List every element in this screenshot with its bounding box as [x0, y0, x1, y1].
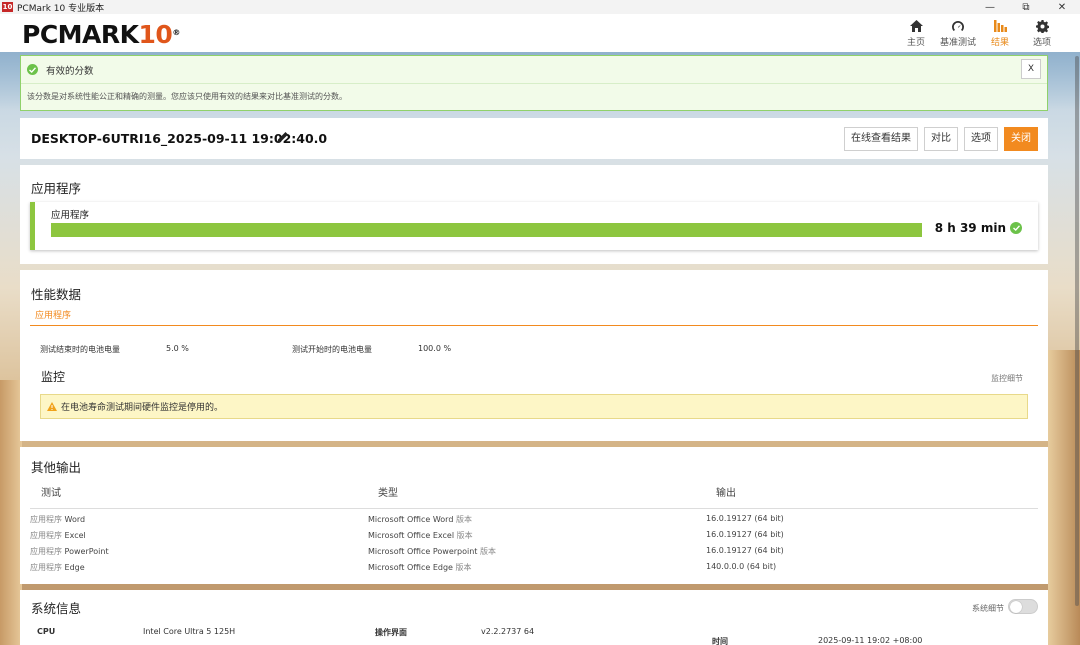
battery-start-label: 测试开始时的电池电量: [292, 345, 372, 354]
battery-end-value: 5.0 %: [166, 344, 189, 353]
table-row-output: 16.0.19127 (64 bit): [706, 530, 784, 539]
table-row-test: 应用程序 Word: [30, 515, 86, 524]
table-row-output: 16.0.19127 (64 bit): [706, 514, 784, 523]
col-output: 输出: [716, 488, 736, 499]
close-window-button[interactable]: ✕: [1044, 2, 1080, 13]
table-row-test: 应用程序 Edge: [30, 563, 85, 572]
nav-options[interactable]: 选项: [1022, 17, 1062, 48]
tab-underline: [30, 325, 1038, 326]
cpu-value: Intel Core Ultra 5 125H: [143, 627, 236, 636]
warning-icon: [47, 402, 57, 411]
monitor-details-link[interactable]: 监控细节: [991, 373, 1023, 384]
ui-label: 操作界面: [375, 628, 407, 637]
valid-check-icon: [1010, 222, 1022, 234]
system-info-panel: 系统信息 系统细节 CPU Intel Core Ultra 5 125H 操作…: [20, 590, 1048, 645]
score-bar: [51, 223, 922, 237]
table-row-type: Microsoft Office Powerpoint 版本: [368, 547, 496, 556]
system-details-toggle[interactable]: [1008, 599, 1038, 614]
cpu-label: CPU: [37, 627, 56, 636]
app-header: PCMARK10® 主页 基准测试 结果 选项: [0, 14, 1080, 52]
table-row-type: Microsoft Office Word 版本: [368, 515, 472, 524]
applications-panel: 应用程序 应用程序 8 h 39 min: [20, 165, 1048, 264]
performance-panel: 性能数据 应用程序 测试结束时的电池电量 5.0 % 测试开始时的电池电量 10…: [20, 270, 1048, 441]
time-value: 2025-09-11 19:02 +08:00: [818, 636, 923, 645]
application-score-card: 应用程序 8 h 39 min: [30, 202, 1038, 250]
monitor-warning: 在电池寿命测试期间硬件监控是停用的。: [40, 394, 1028, 419]
time-label: 时间: [712, 637, 728, 645]
tab-applications[interactable]: 应用程序: [35, 308, 71, 321]
restore-button[interactable]: ⧉: [1008, 2, 1044, 13]
options-button[interactable]: 选项: [964, 127, 998, 151]
scrollbar[interactable]: [1072, 52, 1080, 645]
close-result-button[interactable]: 关闭: [1004, 127, 1038, 151]
applications-title: 应用程序: [31, 181, 82, 196]
table-row-type: Microsoft Office Edge 版本: [368, 563, 472, 572]
window-title: PCMark 10 专业版本: [17, 3, 105, 14]
gauge-icon: [938, 17, 978, 35]
table-row-test: 应用程序 PowerPoint: [30, 547, 109, 556]
monitor-title: 监控: [41, 370, 66, 384]
valid-score-title: 有效的分数: [46, 65, 94, 77]
nav-benchmarks[interactable]: 基准测试: [938, 17, 978, 48]
table-row-type: Microsoft Office Excel 版本: [368, 531, 473, 540]
col-test: 测试: [41, 488, 61, 499]
pcmark-logo: PCMARK10®: [22, 20, 180, 49]
application-label: 应用程序: [51, 210, 90, 221]
ui-value: v2.2.2737 64: [481, 627, 535, 636]
table-row-output: 16.0.19127 (64 bit): [706, 546, 784, 555]
other-output-title: 其他输出: [31, 460, 82, 475]
banner-close-button[interactable]: X: [1021, 59, 1041, 79]
system-details-label: 系统细节: [972, 604, 1004, 613]
nav-home[interactable]: 主页: [896, 17, 936, 48]
result-header: DESKTOP-6UTRI16_2025-09-11 19:02:40.0 在线…: [20, 118, 1048, 159]
battery-end-label: 测试结束时的电池电量: [40, 345, 120, 354]
rock-left: [0, 380, 22, 645]
col-type: 类型: [378, 488, 398, 499]
check-circle-icon: [27, 64, 38, 75]
main-nav: 主页 基准测试 结果 选项: [894, 17, 1062, 48]
valid-score-banner: 有效的分数 该分数是对系统性能公正和精确的测量。您应该只使用有效的结果来对比基准…: [20, 55, 1048, 111]
performance-title: 性能数据: [31, 287, 82, 302]
other-output-panel: 其他输出 测试 类型 输出 应用程序 Word Microsoft Office…: [20, 447, 1048, 584]
minimize-button[interactable]: —: [972, 2, 1008, 13]
app-icon: 10: [2, 2, 13, 12]
home-icon: [896, 17, 936, 35]
system-info-title: 系统信息: [31, 601, 82, 616]
window-titlebar: 10 PCMark 10 专业版本 — ⧉ ✕: [0, 0, 1080, 14]
nav-results[interactable]: 结果: [980, 17, 1020, 48]
edit-pencil-icon[interactable]: [277, 131, 289, 143]
application-score: 8 h 39 min: [935, 221, 1022, 235]
table-row-output: 140.0.0.0 (64 bit): [706, 562, 777, 571]
view-online-button[interactable]: 在线查看结果: [844, 127, 918, 151]
table-row-test: 应用程序 Excel: [30, 531, 86, 540]
bar-chart-icon: [980, 17, 1020, 35]
compare-button[interactable]: 对比: [924, 127, 958, 151]
valid-score-description: 该分数是对系统性能公正和精确的测量。您应该只使用有效的结果来对比基准测试的分数。: [27, 92, 347, 101]
header-divider: [30, 508, 1038, 509]
battery-start-value: 100.0 %: [418, 344, 452, 353]
gear-icon: [1022, 17, 1062, 35]
